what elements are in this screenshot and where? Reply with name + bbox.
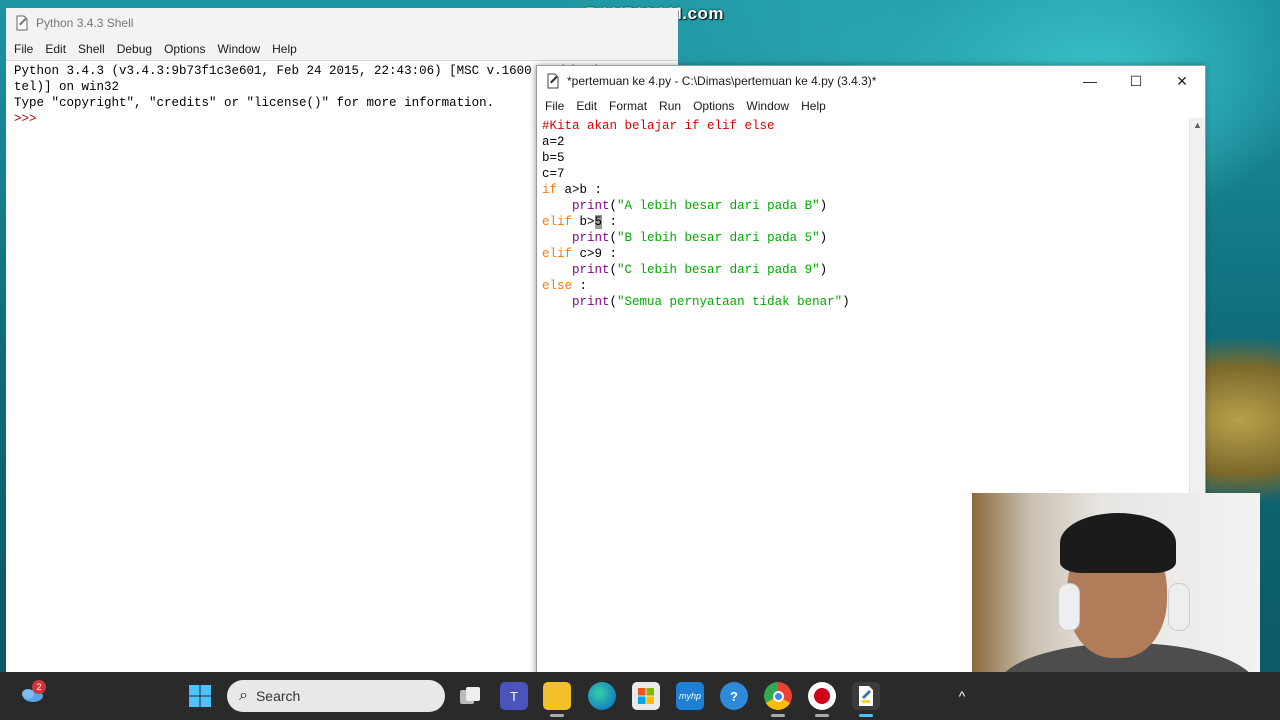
string-literal: "Semua pernyataan tidak benar" — [617, 295, 843, 309]
taskbar: ⌕ Search T myhp ? ^ — [0, 672, 1280, 720]
builtin-print: print — [572, 199, 610, 213]
notification-badge: 2 — [32, 680, 46, 694]
builtin-print: print — [572, 231, 610, 245]
editor-menubar: File Edit Format Run Options Window Help — [537, 96, 1205, 116]
editor-menu-file[interactable]: File — [539, 99, 570, 113]
elif-condition: b> — [572, 215, 595, 229]
keyword-if: if — [542, 183, 558, 197]
keyword-elif: elif — [542, 247, 573, 261]
code-line-elif1: elif b>5 : — [542, 214, 1189, 230]
file-explorer-icon[interactable] — [543, 682, 571, 710]
editor-title: *pertemuan ke 4.py - C:\Dimas\pertemuan … — [567, 74, 877, 88]
shell-menu-window[interactable]: Window — [211, 42, 266, 56]
editor-menu-edit[interactable]: Edit — [570, 99, 603, 113]
if-condition: a>b : — [557, 183, 603, 197]
code-line-comment: #Kita akan belajar if elif else — [542, 118, 1189, 134]
active-app-indicator — [859, 714, 873, 717]
shell-menubar: File Edit Shell Debug Options Window Hel… — [6, 38, 678, 60]
builtin-print: print — [572, 295, 610, 309]
code-line-b: b=5 — [542, 151, 565, 165]
window-controls: — ☐ ✕ — [1067, 66, 1205, 96]
editor-menu-window[interactable]: Window — [740, 99, 795, 113]
teams-icon[interactable]: T — [500, 682, 528, 710]
shell-titlebar[interactable]: Python 3.4.3 Shell — [6, 8, 678, 38]
paren: ) — [819, 231, 828, 245]
builtin-print: print — [572, 263, 610, 277]
idle-icon[interactable] — [852, 682, 880, 710]
code-line-print2: print("B lebih besar dari pada 5") — [542, 230, 1189, 246]
bandicam-record-icon[interactable] — [808, 682, 836, 710]
person-hair — [1060, 513, 1176, 573]
paren: ) — [819, 199, 828, 213]
code-line-elif2: elif c>9 : — [542, 246, 1189, 262]
code-line-print1: print("A lebih besar dari pada B") — [542, 198, 1189, 214]
chrome-icon[interactable] — [764, 682, 792, 710]
task-view-icon[interactable] — [456, 682, 484, 710]
close-button[interactable]: ✕ — [1159, 66, 1205, 96]
shell-menu-debug[interactable]: Debug — [111, 42, 158, 56]
paren: ) — [819, 263, 828, 277]
windows-start-icon[interactable] — [186, 682, 214, 710]
keyword-elif: elif — [542, 215, 573, 229]
string-literal: "B lebih besar dari pada 5" — [617, 231, 820, 245]
colon: : — [602, 215, 618, 229]
headphone-left — [1058, 583, 1080, 631]
shell-menu-shell[interactable]: Shell — [72, 42, 111, 56]
paren: ( — [609, 231, 618, 245]
myhp-icon[interactable]: myhp — [676, 682, 704, 710]
shell-menu-edit[interactable]: Edit — [39, 42, 72, 56]
running-app-indicator — [815, 714, 829, 717]
paren: ( — [609, 263, 618, 277]
paren: ) — [842, 295, 850, 309]
elif-condition: c>9 : — [572, 247, 618, 261]
shell-menu-file[interactable]: File — [8, 42, 39, 56]
minimize-button[interactable]: — — [1067, 66, 1113, 96]
code-line-print3: print("C lebih besar dari pada 9") — [542, 262, 1189, 278]
code-line-if: if a>b : — [542, 182, 1189, 198]
idle-file-icon — [547, 73, 559, 89]
paren: ( — [609, 295, 618, 309]
shell-menu-help[interactable]: Help — [266, 42, 303, 56]
paren: ( — [609, 199, 618, 213]
editor-menu-run[interactable]: Run — [653, 99, 687, 113]
keyword-else: else — [542, 279, 573, 293]
help-icon[interactable]: ? — [720, 682, 748, 710]
taskbar-search[interactable]: ⌕ Search — [227, 680, 445, 712]
code-line-print4: print("Semua pernyataan tidak benar") — [542, 294, 1189, 310]
store-icon[interactable] — [632, 682, 660, 710]
editor-menu-help[interactable]: Help — [795, 99, 832, 113]
running-app-indicator — [550, 714, 564, 717]
code-line-c: c=7 — [542, 167, 565, 181]
string-literal: "C lebih besar dari pada 9" — [617, 263, 820, 277]
search-label: Search — [255, 688, 301, 704]
string-literal: "A lebih besar dari pada B" — [617, 199, 820, 213]
editor-menu-options[interactable]: Options — [687, 99, 740, 113]
code-line-a: a=2 — [542, 135, 565, 149]
shell-title: Python 3.4.3 Shell — [36, 16, 134, 30]
headphone-right — [1168, 583, 1190, 631]
edge-icon[interactable] — [588, 682, 616, 710]
code-comment: #Kita akan belajar if elif else — [542, 119, 775, 133]
colon: : — [572, 279, 588, 293]
editor-menu-format[interactable]: Format — [603, 99, 653, 113]
idle-file-icon — [16, 15, 28, 31]
search-icon: ⌕ — [239, 687, 248, 704]
code-line-else: else : — [542, 278, 1189, 294]
running-app-indicator — [771, 714, 785, 717]
text-selection: 5 — [594, 215, 603, 229]
maximize-button[interactable]: ☐ — [1113, 66, 1159, 96]
tray-chevron-icon[interactable]: ^ — [948, 682, 976, 710]
scroll-up-icon[interactable]: ▲ — [1190, 118, 1205, 132]
editor-titlebar[interactable]: *pertemuan ke 4.py - C:\Dimas\pertemuan … — [537, 66, 1205, 96]
shell-menu-options[interactable]: Options — [158, 42, 211, 56]
